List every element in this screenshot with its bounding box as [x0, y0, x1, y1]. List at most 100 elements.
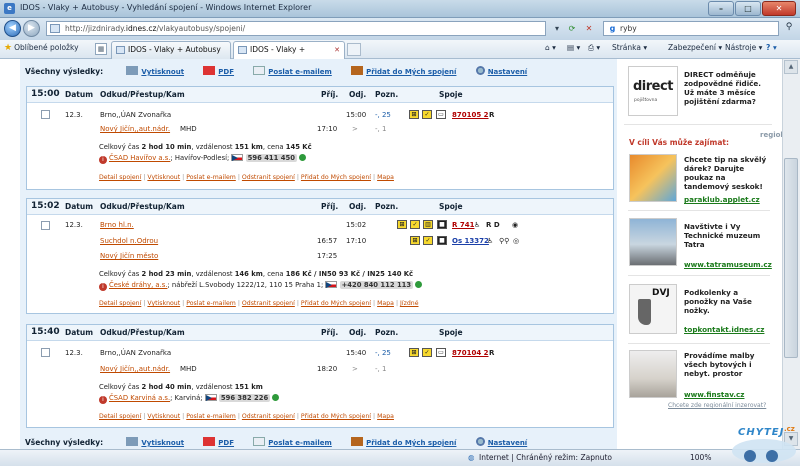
- header-arrival: Příj.: [321, 202, 339, 211]
- print-link[interactable]: Vytisknout: [141, 439, 184, 447]
- help-button[interactable]: ? ▾: [766, 43, 777, 52]
- detail-link[interactable]: Detail spojení: [99, 413, 141, 420]
- tools-menu[interactable]: Nástroje ▾: [725, 43, 762, 52]
- connection-checkbox[interactable]: [41, 348, 50, 357]
- stop-from-link[interactable]: Brno hl.n.: [100, 221, 134, 229]
- refresh-icon[interactable]: ⟳: [565, 22, 579, 35]
- zoom-level[interactable]: 100%: [690, 453, 711, 462]
- ad-text[interactable]: Provádíme malby všech bytových i nebyt. …: [684, 351, 770, 378]
- train-link[interactable]: Os 13372: [452, 237, 489, 245]
- detail-link[interactable]: Detail spojení: [99, 174, 141, 181]
- tab-idos-2[interactable]: IDOS - Vlaky + Autobus...✕: [233, 41, 345, 70]
- close-button[interactable]: ✕: [762, 1, 796, 16]
- email-link[interactable]: Poslat e-mailem: [186, 413, 236, 420]
- stop-to-link[interactable]: Nový Jičín,,aut.nádr.: [100, 125, 170, 133]
- header-connections: Spoje: [439, 202, 463, 211]
- carrier-link[interactable]: ČSAD Karviná a.s.: [109, 394, 170, 402]
- map-link[interactable]: Mapa: [377, 174, 394, 181]
- room-image[interactable]: [629, 350, 677, 398]
- connection-checkbox[interactable]: [41, 110, 50, 119]
- tools-menu-label: Nástroje: [725, 43, 757, 52]
- stop-icon[interactable]: ✕: [582, 22, 596, 35]
- print-link[interactable]: Vytisknout: [147, 413, 180, 420]
- carrier-link[interactable]: ČSAD Havířov a.s.: [109, 154, 170, 162]
- url-input[interactable]: http://jizdnirady.idnes.cz/vlakyautobusy…: [46, 21, 546, 36]
- email-link[interactable]: Poslat e-mailem: [186, 300, 236, 307]
- ad-link[interactable]: www.finstav.cz: [684, 390, 744, 399]
- carrier-link[interactable]: České dráhy, a.s.: [109, 281, 167, 289]
- ad-text[interactable]: Chcete tip na skvělý dárek? Darujte pouk…: [684, 155, 770, 191]
- search-input[interactable]: g ryby: [603, 21, 779, 36]
- stop-to-link[interactable]: Nový Jičín,,aut.nádr.: [100, 365, 170, 373]
- regional-ads-link[interactable]: Chcete zde regionální inzerovat?: [668, 402, 766, 409]
- carrier-phone: +420 840 112 113: [339, 281, 414, 289]
- add-link[interactable]: Přidat do Mých spojení: [301, 413, 371, 420]
- add-link[interactable]: Přidat do Mých spojení: [301, 174, 371, 181]
- remove-link[interactable]: Odstranit spojení: [242, 174, 295, 181]
- print-icon[interactable]: ⎙ ▾: [588, 43, 600, 53]
- quick-tabs-icon[interactable]: ▦: [95, 43, 107, 55]
- add-to-my-connections-link[interactable]: Přidat do Mých spojení: [366, 68, 456, 76]
- map-link[interactable]: Mapa: [377, 413, 394, 420]
- stop-via-link[interactable]: Suchdol n.Odrou: [100, 237, 158, 245]
- bus-line-link[interactable]: 870104 2: [452, 349, 489, 357]
- print-link[interactable]: Vytisknout: [147, 300, 180, 307]
- forward-button[interactable]: ▶: [23, 20, 40, 37]
- email-link[interactable]: Poslat e-mailem: [268, 439, 332, 447]
- home-icon[interactable]: ⌂ ▾: [545, 43, 556, 52]
- czech-flag-icon: [325, 281, 338, 288]
- favorites-button[interactable]: ★ Oblíbené položky: [4, 43, 79, 53]
- feeds-icon[interactable]: ▤ ▾: [567, 43, 580, 52]
- page-menu[interactable]: Stránka ▾: [612, 43, 647, 52]
- settings-link[interactable]: Nastavení: [488, 68, 528, 76]
- stop-to-link[interactable]: Nový Jičín město: [100, 252, 158, 260]
- direct-logo[interactable]: direct pojišťovna: [628, 66, 678, 116]
- status-bar: ◍ Internet | Chráněný režim: Zapnuto 100…: [0, 449, 800, 466]
- departure-time: 15:00: [346, 111, 367, 119]
- add-link[interactable]: Přidat do Mých spojení: [301, 300, 371, 307]
- direct-ad-text[interactable]: DIRECT odměňuje zodpovědné řidiče. Už má…: [684, 70, 770, 106]
- train-link[interactable]: R 741: [452, 221, 474, 229]
- connection-checkbox[interactable]: [41, 221, 50, 230]
- museum-image[interactable]: [629, 218, 677, 266]
- dining-icon: ◉: [512, 221, 519, 229]
- globe-icon: ◍: [468, 453, 475, 462]
- ad-text[interactable]: Navštivte i Vy Technické muzeum Tatra: [684, 222, 770, 249]
- ad-text[interactable]: Podkolenky a ponožky na Vaše nožky.: [684, 288, 770, 315]
- security-menu[interactable]: Zabezpečení ▾: [668, 43, 722, 52]
- bus-line-link[interactable]: 870105 2: [452, 111, 489, 119]
- remove-link[interactable]: Odstranit spojení: [242, 413, 295, 420]
- dropdown-arrow-icon[interactable]: ▾: [550, 22, 564, 35]
- ad-link[interactable]: topkontakt.idnes.cz: [684, 325, 764, 334]
- fare-link[interactable]: Jízdné: [400, 300, 418, 307]
- connection-header: 15:02 Datum Odkud/Přestup/Kam Příj. Odj.…: [27, 199, 613, 215]
- connection-card-3: 15:40 Datum Odkud/Přestup/Kam Příj. Odj.…: [26, 324, 614, 428]
- pdf-link[interactable]: PDF: [218, 68, 234, 76]
- settings-link[interactable]: Nastavení: [488, 439, 528, 447]
- search-icon[interactable]: ⚲: [782, 22, 796, 35]
- departure-marker: >: [352, 365, 358, 373]
- socks-image[interactable]: DVJ: [629, 284, 677, 334]
- skydiving-image[interactable]: [629, 154, 677, 202]
- ad-link[interactable]: paraklub.applet.cz: [684, 195, 760, 204]
- close-tab-icon[interactable]: ✕: [334, 42, 340, 58]
- ad-link[interactable]: www.tatramuseum.cz: [684, 260, 772, 269]
- minimize-button[interactable]: –: [708, 1, 734, 16]
- tab-idos-1[interactable]: IDOS - Vlaky + Autobusy ...: [111, 41, 231, 70]
- maximize-button[interactable]: □: [735, 1, 761, 16]
- print-link[interactable]: Vytisknout: [141, 68, 184, 76]
- new-tab-button[interactable]: [347, 43, 361, 56]
- back-button[interactable]: ◀: [4, 20, 21, 37]
- summary-label: , cena: [262, 270, 286, 278]
- scroll-up-icon[interactable]: ▲: [784, 60, 798, 74]
- add-to-my-connections-link[interactable]: Přidat do Mých spojení: [366, 439, 456, 447]
- print-link[interactable]: Vytisknout: [147, 174, 180, 181]
- detail-link[interactable]: Detail spojení: [99, 300, 141, 307]
- pdf-link[interactable]: PDF: [218, 439, 234, 447]
- socks-brand: DVJ: [652, 288, 670, 298]
- email-link[interactable]: Poslat e-mailem: [268, 68, 332, 76]
- scroll-thumb[interactable]: [784, 158, 798, 358]
- map-link[interactable]: Mapa: [377, 300, 394, 307]
- remove-link[interactable]: Odstranit spojení: [242, 300, 295, 307]
- email-link[interactable]: Poslat e-mailem: [186, 174, 236, 181]
